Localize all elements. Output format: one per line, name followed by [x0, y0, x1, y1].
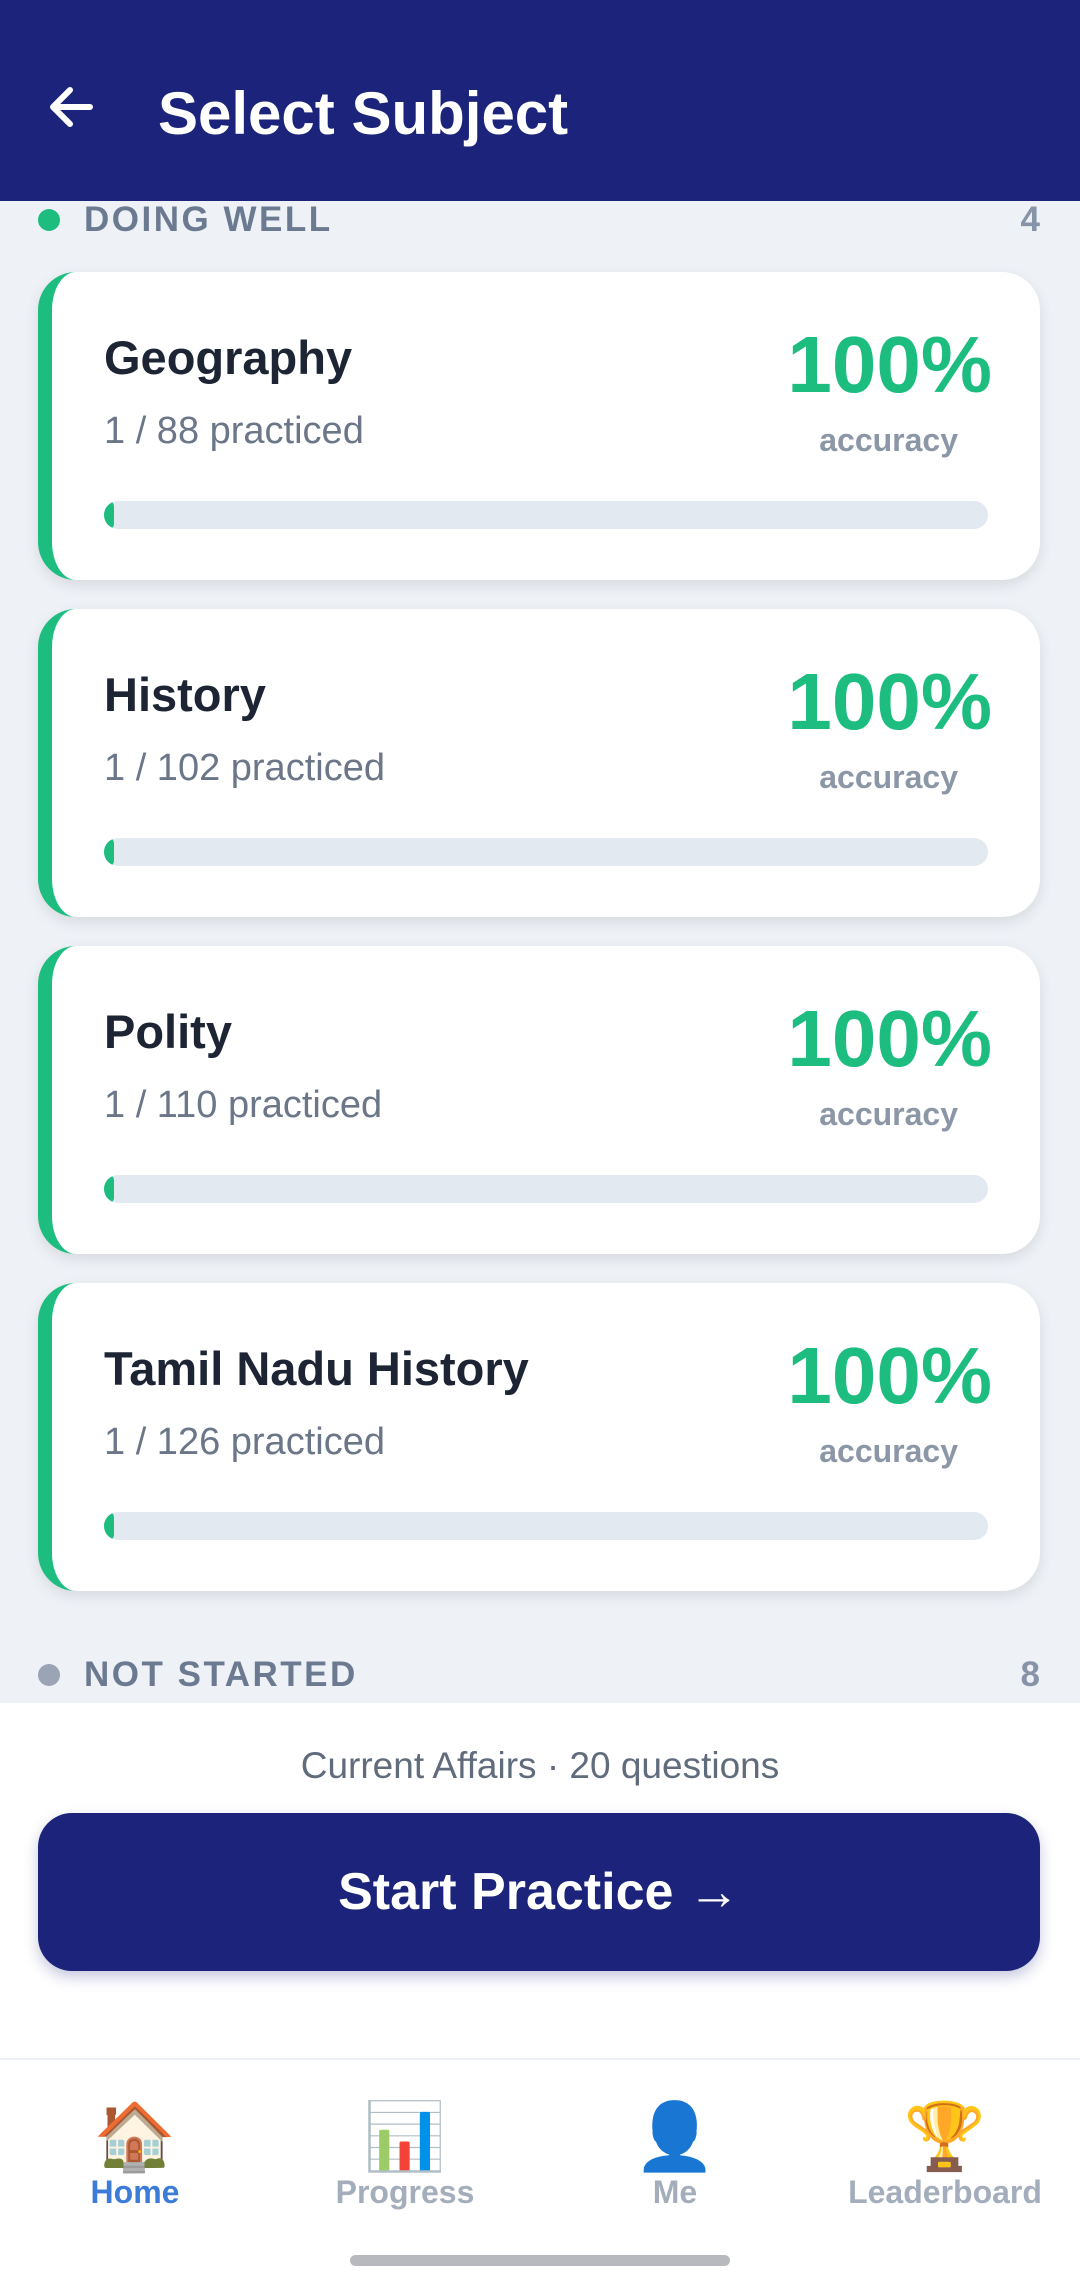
section-header-not-started: NOT STARTED 8 [38, 1653, 1040, 1697]
user-icon: 👤 [633, 2099, 717, 2173]
section-count: 8 [1020, 1655, 1040, 1694]
accuracy-label: accuracy [819, 1096, 958, 1132]
progress-bar [104, 838, 988, 866]
section-count: 4 [1020, 200, 1040, 239]
back-button[interactable] [40, 75, 104, 139]
section-label: NOT STARTED [84, 1655, 358, 1694]
practice-footer: Current Affairs · 20 questions Start Pra… [0, 1703, 1080, 2058]
progress-bar [104, 501, 988, 529]
subject-name: Polity [104, 1005, 232, 1058]
subject-card-polity[interactable]: Polity 1 / 110 practiced 100% accuracy [38, 946, 1040, 1254]
accuracy-value: 100% [787, 1331, 992, 1420]
accuracy-value: 100% [787, 320, 992, 409]
practiced-count: 1 / 126 practiced [104, 1421, 385, 1463]
progress-fill [104, 501, 114, 529]
practiced-count: 1 / 88 practiced [104, 410, 364, 452]
progress-bar [104, 1512, 988, 1540]
practiced-count: 1 / 110 practiced [104, 1084, 383, 1126]
section-header-doing-well: DOING WELL 4 [38, 198, 1040, 242]
bar-chart-icon: 📊 [363, 2099, 447, 2173]
progress-fill [104, 1512, 114, 1540]
trophy-icon: 🏆 [903, 2099, 987, 2173]
progress-bar [104, 1175, 988, 1203]
home-indicator[interactable] [350, 2255, 730, 2266]
nav-item-me[interactable]: 👤 Me [540, 2100, 810, 2220]
section-label: DOING WELL [84, 200, 333, 239]
nav-item-leaderboard[interactable]: 🏆 Leaderboard [810, 2100, 1080, 2220]
app-header: Select Subject [0, 0, 1080, 201]
nav-item-progress[interactable]: 📊 Progress [270, 2100, 540, 2220]
nav-item-home[interactable]: 🏠 Home [0, 2100, 270, 2220]
nav-label: Home [90, 2174, 180, 2210]
progress-fill [104, 1175, 114, 1203]
subject-name: Geography [104, 331, 353, 384]
progress-fill [104, 838, 114, 866]
status-dot-icon [38, 209, 60, 231]
subject-card-tamil-nadu-history[interactable]: Tamil Nadu History 1 / 126 practiced 100… [38, 1283, 1040, 1591]
practiced-count: 1 / 102 practiced [104, 747, 385, 789]
accuracy-value: 100% [787, 657, 992, 746]
accuracy-label: accuracy [819, 759, 958, 795]
page-title: Select Subject [158, 80, 569, 147]
subject-card-geography[interactable]: Geography 1 / 88 practiced 100% accuracy [38, 272, 1040, 580]
selection-summary: Current Affairs · 20 questions [300, 1745, 780, 1786]
nav-label: Leaderboard [848, 2174, 1042, 2210]
nav-label: Me [652, 2174, 698, 2210]
subject-name: History [104, 668, 266, 721]
nav-label: Progress [335, 2174, 475, 2210]
start-practice-button[interactable]: Start Practice → [38, 1813, 1040, 1971]
bottom-nav: 🏠 Home 📊 Progress 👤 Me 🏆 Leaderboard [0, 2058, 1080, 2282]
home-icon: 🏠 [93, 2099, 177, 2173]
accuracy-label: accuracy [819, 422, 958, 458]
accuracy-value: 100% [787, 994, 992, 1083]
subject-card-history[interactable]: History 1 / 102 practiced 100% accuracy [38, 609, 1040, 917]
arrow-left-icon [50, 87, 93, 127]
status-dot-icon [38, 1664, 60, 1686]
accuracy-label: accuracy [819, 1433, 958, 1469]
subject-name: Tamil Nadu History [104, 1342, 529, 1395]
